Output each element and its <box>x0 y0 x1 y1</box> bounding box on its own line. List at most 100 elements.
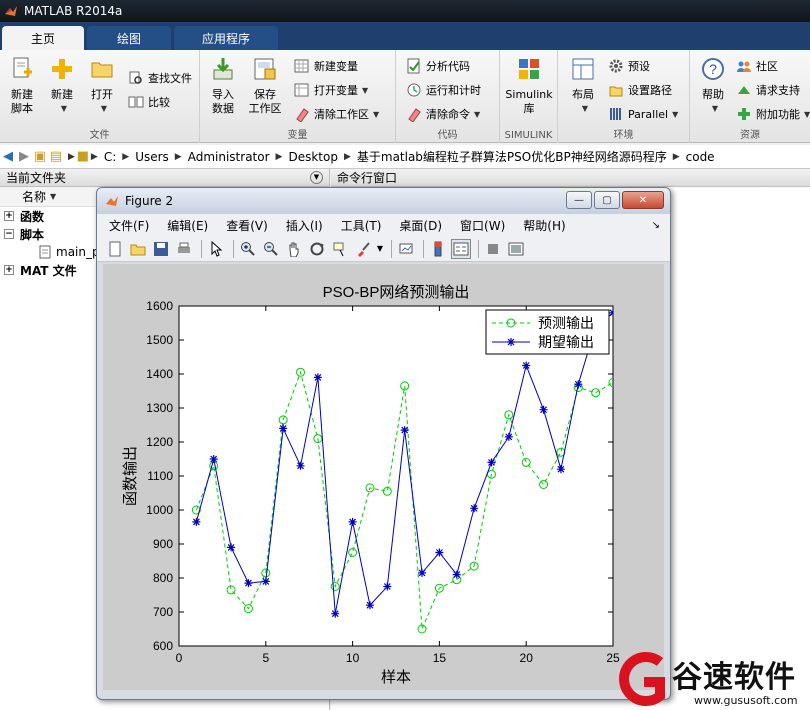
menu-view[interactable]: 查看(V) <box>226 217 268 234</box>
tab-apps[interactable]: 应用程序 <box>174 26 278 50</box>
analyze-code-icon <box>407 58 420 74</box>
parallel-button[interactable]: Parallel ▼ <box>608 104 678 124</box>
find-files-button[interactable]: 查找文件 <box>128 68 192 88</box>
pan-hand-icon[interactable] <box>284 239 304 259</box>
chart-title: PSO-BP网络预测输出 <box>323 284 470 301</box>
back-arrow-icon[interactable]: ◀ <box>0 149 16 164</box>
menu-file[interactable]: 文件(F) <box>109 217 149 234</box>
zoom-out-icon[interactable] <box>261 239 281 259</box>
run-and-time-button[interactable]: 运行和计时 <box>406 80 481 100</box>
ribbon-group-environment: 布局 ▼ 预设 设置路径 Parallel ▼ 环境 <box>558 50 690 143</box>
prediction-chart[interactable]: 0 5 10 15 20 25600700800900100011001200130014… <box>103 264 664 690</box>
new-variable-button[interactable]: 新建变量 <box>294 56 358 76</box>
maximize-icon[interactable]: ▢ <box>594 191 620 209</box>
tree-group-label: 脚本 <box>20 227 45 242</box>
y-tick-label: 700 <box>153 605 173 619</box>
browse-folder-icon[interactable]: ▤ <box>48 149 64 164</box>
ribbon-group-file: 新建 脚本 新建 ▼ 打开 ▼ 查找文件 比较 文件 <box>0 50 200 143</box>
forward-arrow-icon[interactable]: ▶ <box>16 149 32 164</box>
breadcrumb-item[interactable]: C: <box>104 150 116 164</box>
simulink-library-icon <box>519 59 539 79</box>
y-tick-label: 1400 <box>146 367 173 381</box>
toolbar-separator <box>423 239 424 258</box>
close-icon[interactable]: ✕ <box>622 191 664 209</box>
analyze-code-button[interactable]: 分析代码 <box>406 56 470 76</box>
hide-plot-tools-icon[interactable] <box>483 239 503 259</box>
help-label: 帮助 <box>702 88 724 101</box>
ribbon-group-file-label: 文件 <box>89 130 110 141</box>
compare-label: 比较 <box>148 96 170 109</box>
minimize-icon[interactable]: — <box>566 191 592 209</box>
layout-button[interactable]: 布局 ▼ <box>564 54 602 122</box>
breadcrumb-item[interactable]: code <box>686 150 715 164</box>
help-button[interactable]: ? 帮助 ▼ <box>694 54 732 122</box>
addons-label: 附加功能 <box>756 108 800 121</box>
figure-window[interactable]: Figure 2 — ▢ ✕ 文件(F) 编辑(E) 查看(V) 插入(I) 工… <box>96 187 671 700</box>
new-figure-icon[interactable] <box>105 239 125 259</box>
address-bar[interactable]: ◀ ▶ ▣ ▤ ▶ ■ ▶ C: ▶ Users ▶ Administrator… <box>0 145 810 169</box>
chevron-down-icon: ▼ <box>474 109 481 119</box>
breadcrumb-item[interactable]: Administrator <box>188 150 270 164</box>
save-workspace-button[interactable]: 保存 工作区 <box>246 54 284 122</box>
compare-button[interactable]: 比较 <box>128 92 170 112</box>
import-data-button[interactable]: 导入 数据 <box>204 54 242 122</box>
menu-tools[interactable]: 工具(T) <box>341 217 382 234</box>
rotate-3d-icon[interactable] <box>307 239 327 259</box>
zoom-in-icon[interactable] <box>238 239 258 259</box>
menu-desktop[interactable]: 桌面(D) <box>399 217 442 234</box>
layout-icon <box>572 58 594 80</box>
clear-commands-button[interactable]: 清除命令 ▼ <box>406 104 480 124</box>
community-button[interactable]: 社区 <box>736 56 778 76</box>
tab-home[interactable]: 主页 <box>2 26 84 50</box>
data-cursor-icon[interactable] <box>330 239 350 259</box>
x-tick-label: 15 <box>433 651 447 665</box>
print-icon[interactable] <box>174 239 194 259</box>
show-plot-tools-icon[interactable] <box>506 239 526 259</box>
preferences-label: 预设 <box>628 60 650 73</box>
data-point <box>418 568 427 577</box>
simulink-library-label: Simulink 库 <box>505 88 553 115</box>
collapse-icon[interactable]: − <box>4 229 14 239</box>
new-script-button[interactable]: 新建 脚本 <box>3 54 41 122</box>
clear-workspace-button[interactable]: 清除工作区 ▼ <box>294 104 379 124</box>
figure-canvas[interactable]: 0 5 10 15 20 25 600 700 800 900 1000 1100 1200 1300 14… <box>103 264 664 690</box>
brush-icon[interactable] <box>353 239 373 259</box>
request-support-button[interactable]: 请求支持 <box>736 80 800 100</box>
new-script-icon <box>13 57 32 78</box>
chevron-down-icon: ▼ <box>804 109 810 119</box>
sort-arrow-icon: ▼ <box>50 192 57 201</box>
save-icon[interactable] <box>151 239 171 259</box>
brand-logo-icon <box>619 652 665 706</box>
breadcrumb-item[interactable]: Desktop <box>288 150 338 164</box>
panel-menu-icon[interactable]: ▼ <box>310 171 323 184</box>
separator-icon: ▶ <box>68 151 75 162</box>
open-file-icon[interactable] <box>128 239 148 259</box>
pointer-icon[interactable] <box>206 239 226 259</box>
menu-edit[interactable]: 编辑(E) <box>167 217 208 234</box>
legend-icon[interactable] <box>451 238 471 259</box>
dock-arrow-icon[interactable]: ↘ <box>652 220 660 231</box>
expand-icon[interactable]: + <box>4 265 14 275</box>
chevron-down-icon[interactable]: ▼ <box>376 239 384 259</box>
open-button[interactable]: 打开 ▼ <box>83 54 121 122</box>
menu-insert[interactable]: 插入(I) <box>286 217 323 234</box>
new-button[interactable]: 新建 ▼ <box>43 54 81 122</box>
colorbar-icon[interactable] <box>428 239 448 259</box>
expand-icon[interactable]: + <box>4 211 14 221</box>
link-plot-icon[interactable] <box>396 239 416 259</box>
breadcrumb-item[interactable]: 基于matlab编程粒子群算法PSO优化BP神经网络源码程序 <box>357 148 667 165</box>
open-variable-button[interactable]: 打开变量 ▼ <box>294 80 368 100</box>
preferences-button[interactable]: 预设 <box>608 56 650 76</box>
y-tick-label: 1600 <box>146 299 173 313</box>
ribbon-group-simulink-label: SIMULINK <box>504 130 553 141</box>
up-folder-icon[interactable]: ▣ <box>32 149 48 164</box>
find-files-label: 查找文件 <box>148 72 192 85</box>
addons-button[interactable]: 附加功能 ▼ <box>736 104 810 124</box>
figure-titlebar[interactable]: Figure 2 — ▢ ✕ <box>97 188 670 214</box>
simulink-library-button[interactable]: Simulink 库 <box>503 54 555 122</box>
breadcrumb-item[interactable]: Users <box>135 150 169 164</box>
tab-plots[interactable]: 绘图 <box>87 26 171 50</box>
menu-help[interactable]: 帮助(H) <box>523 217 565 234</box>
set-path-button[interactable]: 设置路径 <box>608 80 672 100</box>
menu-window[interactable]: 窗口(W) <box>460 217 505 234</box>
